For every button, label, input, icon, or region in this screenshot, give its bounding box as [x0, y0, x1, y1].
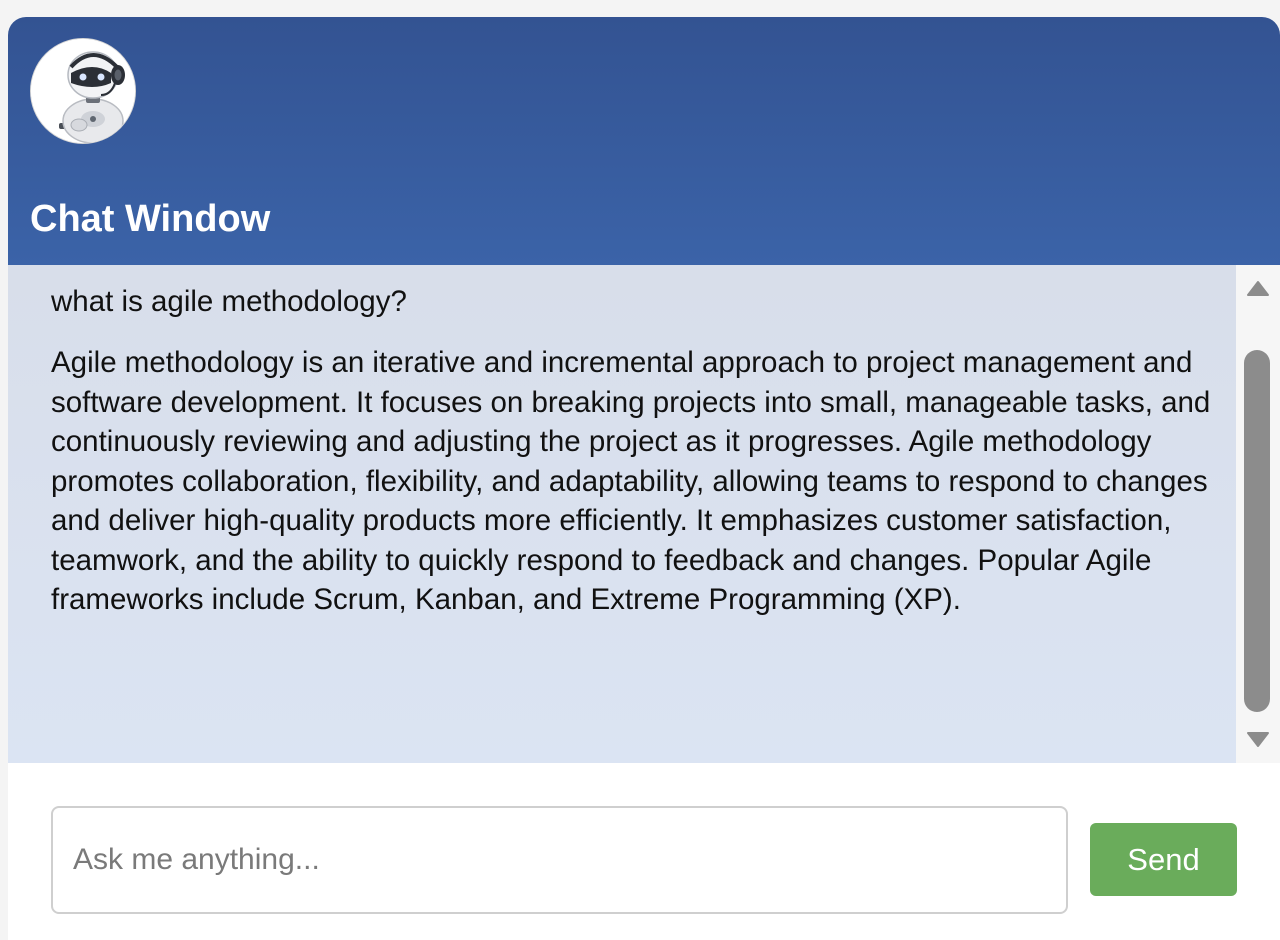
- user-message: what is agile methodology?: [51, 285, 407, 318]
- robot-avatar-icon: [30, 38, 136, 144]
- message-scrollbar[interactable]: [1236, 265, 1280, 763]
- send-button[interactable]: Send: [1090, 823, 1237, 896]
- scroll-down-arrow-icon[interactable]: [1245, 729, 1271, 751]
- scroll-up-arrow-icon[interactable]: [1245, 277, 1271, 299]
- message-list[interactable]: what is agile methodology? Agile methodo…: [8, 265, 1236, 763]
- bot-message: Agile methodology is an iterative and in…: [51, 346, 1211, 616]
- chat-input[interactable]: [51, 806, 1068, 914]
- chat-window: Chat Window what is agile methodology? A…: [8, 17, 1280, 940]
- chat-header: Chat Window: [8, 17, 1280, 265]
- composer-bar: Send: [8, 763, 1280, 940]
- scrollbar-thumb[interactable]: [1244, 350, 1270, 712]
- chat-title: Chat Window: [30, 198, 271, 240]
